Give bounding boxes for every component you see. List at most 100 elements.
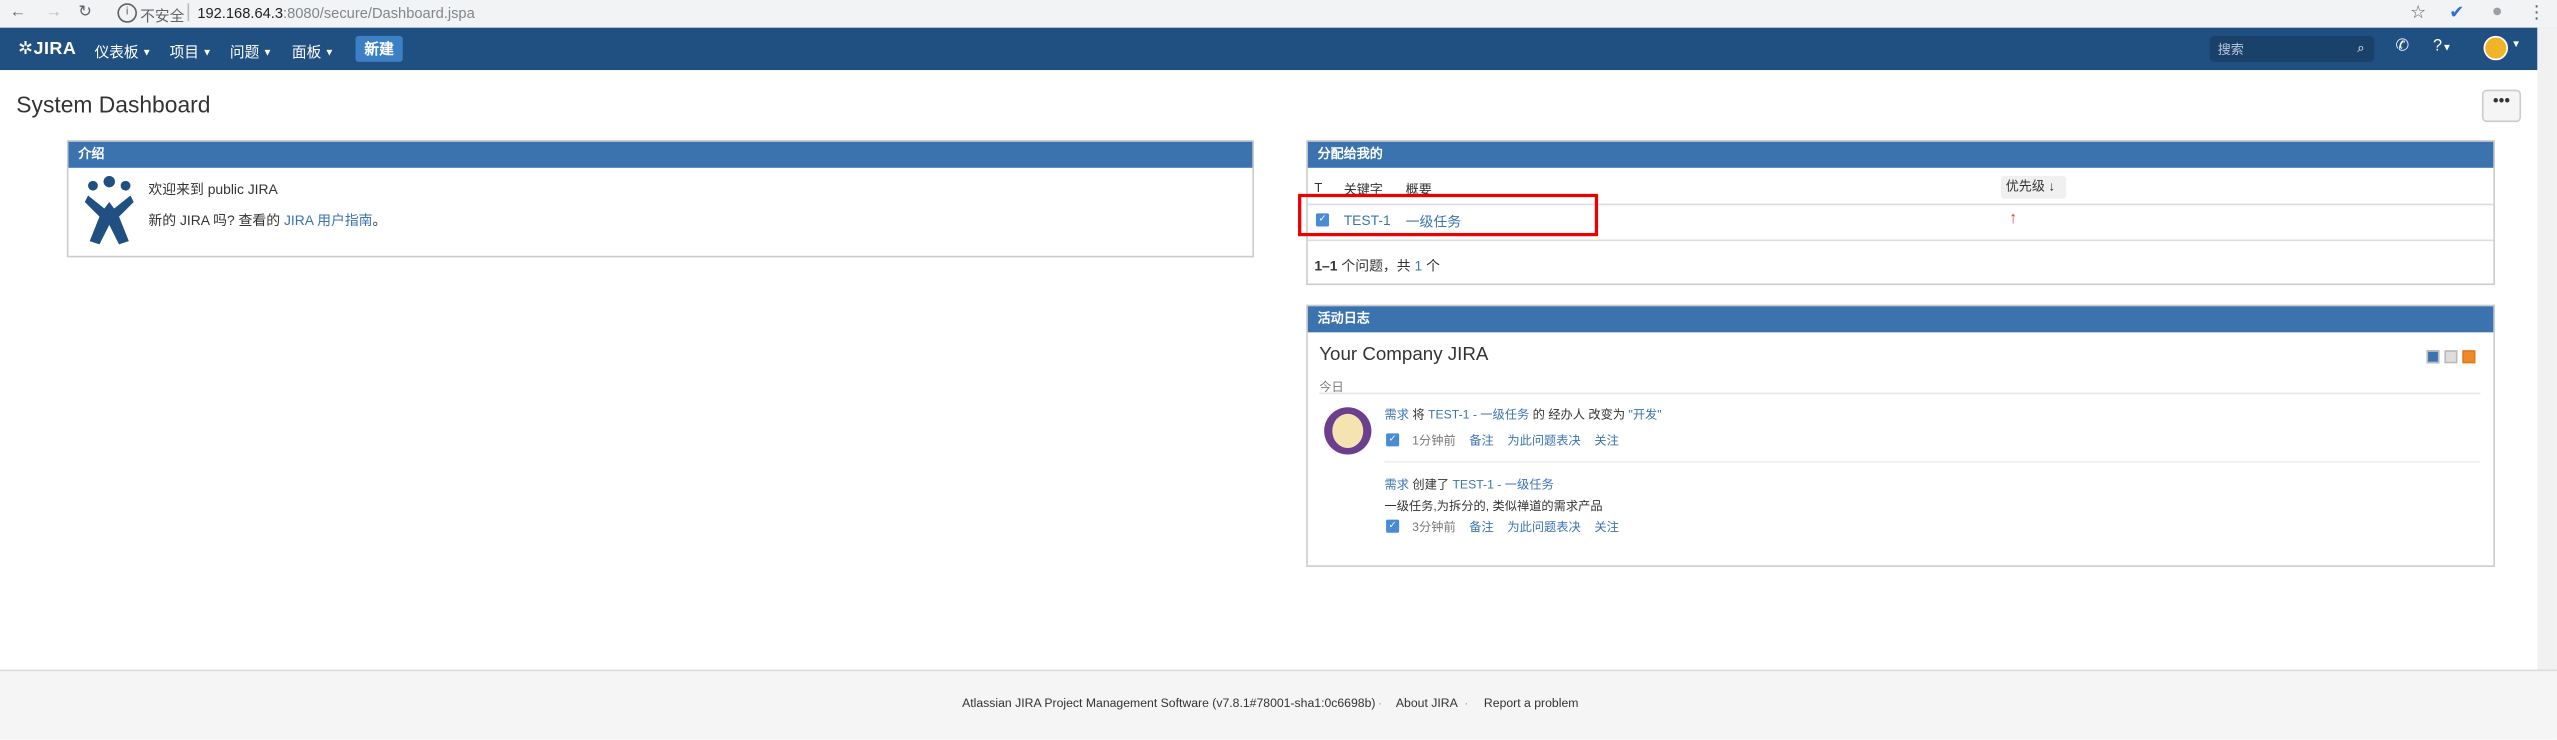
search-input[interactable]: 搜索 ⌕: [2209, 35, 2375, 62]
footer-separator: ·: [1377, 695, 1383, 711]
issue-count-range: 1–1: [1314, 257, 1338, 274]
jira-logo-text: JIRA: [33, 39, 77, 59]
comment-link[interactable]: 备注: [1469, 433, 1493, 448]
page-scrollbar[interactable]: [2537, 27, 2557, 672]
browser-menu-icon[interactable]: ⋮: [2528, 2, 2546, 23]
caret-down-icon: ▼: [141, 48, 152, 59]
insecure-label[interactable]: 不安全: [140, 5, 184, 26]
user-avatar-icon[interactable]: [1324, 407, 1372, 455]
url-field[interactable]: 192.168.64.3:8080/secure/Dashboard.jspa: [197, 5, 474, 21]
extension-icon[interactable]: ✔: [2449, 2, 2464, 23]
menu-issues[interactable]: 问题 ▼: [230, 41, 272, 62]
comment-link[interactable]: 备注: [1469, 520, 1493, 535]
menu-projects[interactable]: 项目 ▼: [170, 41, 212, 62]
create-button[interactable]: 新建: [355, 35, 403, 62]
jira-header: ✲JIRA 仪表板 ▼ 项目 ▼ 问题 ▼ 面板 ▼ 新建 搜索 ⌕ ✆ ?▼ ▼: [0, 27, 2538, 71]
menu-boards-label: 面板: [291, 43, 322, 61]
info-icon[interactable]: i: [117, 3, 137, 23]
entry-time: 1分钟前: [1412, 433, 1456, 449]
page: ← → ↻ i 不安全 192.168.64.3:8080/secure/Das…: [0, 0, 2557, 740]
entry-description: 一级任务,为拆分的, 类似禅道的需求产品: [1384, 498, 1603, 514]
activity-stream-title[interactable]: Your Company JIRA: [1319, 345, 1488, 365]
view-full-icon[interactable]: [2426, 350, 2440, 364]
activity-stream-gadget: 活动日志 Your Company JIRA 今日 需求 将 TEST-1 - …: [1306, 304, 2495, 567]
footer-separator: ·: [1464, 695, 1469, 711]
welcome-text: 欢迎来到 public JIRA: [148, 180, 278, 198]
entry-verb: 创建了: [1412, 477, 1450, 492]
caret-down-icon: ▼: [202, 48, 212, 59]
about-jira-link[interactable]: About JIRA: [1396, 696, 1458, 711]
menu-issues-label: 问题: [229, 43, 260, 61]
issue-count-total-link[interactable]: 1: [1415, 257, 1423, 273]
new-user-prefix: 新的 JIRA 吗? 查看的: [148, 211, 281, 229]
back-icon[interactable]: ←: [10, 3, 26, 21]
new-user-text: 新的 JIRA 吗? 查看的 JIRA 用户指南。: [148, 210, 386, 230]
activity-entry-1: 需求 将 TEST-1 - 一级任务 的 经办人 改变为 "开发": [1384, 406, 1661, 424]
forward-icon[interactable]: →: [46, 3, 62, 21]
bookmark-star-icon[interactable]: ☆: [2410, 2, 2426, 23]
jira-logo-icon: ✲: [17, 39, 34, 59]
watch-link[interactable]: 关注: [1594, 520, 1618, 535]
activity-entry-2: 需求 创建了 TEST-1 - 一级任务: [1384, 476, 1553, 494]
entry-2-actions: 3分钟前 备注 为此问题表决 关注: [1412, 518, 1619, 536]
avatar-face: [1332, 413, 1364, 449]
vote-link[interactable]: 为此问题表决: [1507, 433, 1580, 448]
assigned-gadget-title[interactable]: 分配给我的: [1307, 141, 2494, 168]
rss-feed-icon[interactable]: [2462, 350, 2476, 364]
profile-icon[interactable]: ●: [2492, 2, 2503, 22]
user-link[interactable]: 需求: [1384, 407, 1408, 422]
menu-boards[interactable]: 面板 ▼: [292, 41, 334, 62]
more-actions-button[interactable]: •••: [2481, 89, 2522, 123]
entry-time: 3分钟前: [1412, 519, 1456, 535]
reload-icon[interactable]: ↻: [78, 3, 92, 21]
activity-gadget-title[interactable]: 活动日志: [1307, 306, 2494, 333]
help-icon[interactable]: ?▼: [2433, 37, 2452, 55]
column-priority[interactable]: 优先级 ↓: [2000, 175, 2067, 199]
user-guide-link[interactable]: JIRA 用户指南: [284, 212, 373, 228]
highlight-box: [1298, 193, 1599, 237]
url-path: :8080/secure/Dashboard.jspa: [283, 4, 475, 22]
issue-count-suffix: 个: [1426, 257, 1441, 274]
footer: Atlassian JIRA Project Management Softwa…: [0, 669, 2557, 740]
entry-text: 的 经办人 改变为: [1532, 407, 1626, 422]
jira-man-logo-icon: [84, 175, 134, 245]
issue-count-mid: 个问题，共: [1341, 257, 1411, 274]
user-avatar[interactable]: [2483, 35, 2509, 61]
task-type-icon: ✓: [1386, 519, 1400, 533]
footer-software-text: Atlassian JIRA Project Management Softwa…: [962, 695, 1376, 711]
issue-link[interactable]: TEST-1 - 一级任务: [1428, 407, 1529, 422]
issue-count: 1–1 个问题，共 1 个: [1314, 256, 1440, 276]
caret-down-icon: ▼: [262, 48, 273, 59]
issue-link[interactable]: TEST-1 - 一级任务: [1452, 477, 1553, 492]
column-priority-label: 优先级: [2005, 179, 2045, 194]
user-link[interactable]: 需求: [1384, 477, 1408, 492]
url-host: 192.168.64.3: [197, 4, 284, 22]
avatar-caret-icon[interactable]: ▼: [2511, 41, 2521, 51]
divider: [1319, 392, 2481, 395]
view-list-icon[interactable]: [2444, 350, 2458, 364]
menu-projects-label: 项目: [169, 43, 199, 61]
page-title: System Dashboard: [16, 91, 211, 118]
priority-high-icon: ↑: [2009, 210, 2018, 229]
entry-1-actions: 1分钟前 备注 为此问题表决 关注: [1412, 432, 1619, 450]
entry-verb: 将: [1412, 407, 1425, 422]
divider: [187, 3, 190, 22]
watch-link[interactable]: 关注: [1594, 433, 1618, 448]
report-problem-link[interactable]: Report a problem: [1484, 696, 1579, 711]
feedback-megaphone-icon[interactable]: ✆: [2395, 37, 2409, 55]
divider: [1307, 239, 2494, 242]
intro-gadget-title[interactable]: 介绍: [68, 141, 1253, 168]
search-placeholder: 搜索: [2217, 42, 2244, 58]
caret-down-icon: ▼: [2442, 43, 2452, 54]
menu-dashboards[interactable]: 仪表板 ▼: [95, 41, 152, 62]
new-user-suffix: 。: [372, 211, 387, 229]
browser-address-bar: ← → ↻ i 不安全 192.168.64.3:8080/secure/Das…: [0, 0, 2557, 30]
vote-link[interactable]: 为此问题表决: [1507, 520, 1580, 535]
menu-dashboards-label: 仪表板: [94, 43, 139, 61]
search-icon[interactable]: ⌕: [2357, 41, 2364, 57]
caret-down-icon: ▼: [324, 48, 335, 59]
divider: [1384, 461, 2481, 463]
sort-arrow-down-icon: ↓: [2048, 179, 2056, 194]
jira-logo[interactable]: ✲JIRA: [17, 37, 77, 59]
intro-gadget: 介绍 欢迎来到 public JIRA 新的 JIRA 吗? 查看的 JIRA …: [66, 140, 1255, 258]
